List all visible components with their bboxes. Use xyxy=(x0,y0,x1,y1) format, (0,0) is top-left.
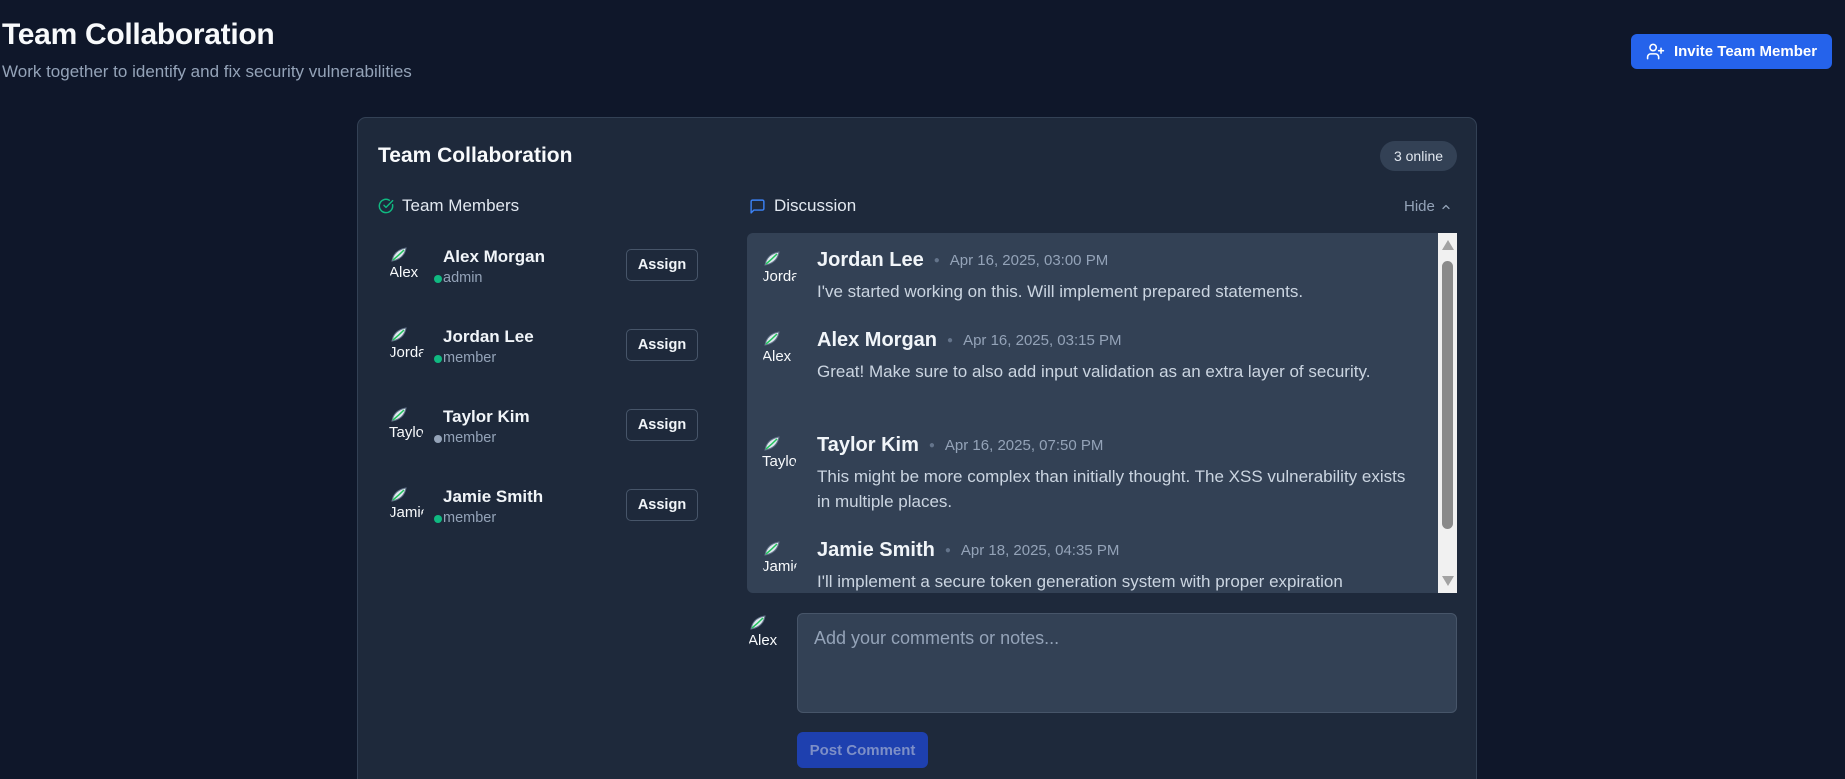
avatar-alt-text: Jamie xyxy=(762,558,797,575)
comment-author: Jordan Lee xyxy=(817,249,924,271)
comment-author: Taylor Kim xyxy=(817,434,919,456)
separator-dot: ● xyxy=(928,440,935,451)
member-name: Taylor Kim xyxy=(443,407,530,426)
broken-image-icon xyxy=(391,407,407,422)
assign-button[interactable]: Assign xyxy=(626,489,698,521)
comment-text: I'll implement a secure token generation… xyxy=(817,572,1343,591)
member-row: Jamie Jamie Smith member Assign xyxy=(388,487,706,533)
assign-button[interactable]: Assign xyxy=(626,409,698,441)
separator-dot: ● xyxy=(933,255,940,266)
comment-header: Jordan Lee ● Apr 16, 2025, 03:00 PM xyxy=(817,249,1108,272)
comment-timestamp: Apr 16, 2025, 07:50 PM xyxy=(944,437,1104,454)
page-subtitle: Work together to identify and fix securi… xyxy=(2,62,412,81)
comment-header: Jamie Smith ● Apr 18, 2025, 04:35 PM xyxy=(817,539,1119,562)
comment-author: Alex Morgan xyxy=(817,329,938,351)
comment-header: Taylor Kim ● Apr 16, 2025, 07:50 PM xyxy=(817,434,1103,457)
page-header: Team Collaboration Work together to iden… xyxy=(2,18,412,82)
status-dot-online xyxy=(434,515,442,523)
hide-discussion-toggle[interactable]: Hide xyxy=(1404,198,1452,215)
avatar-alt-text: Jordan xyxy=(389,344,424,361)
invite-team-member-button[interactable]: Invite Team Member xyxy=(1631,34,1832,69)
avatar: Alex xyxy=(761,331,797,369)
team-members-title: Team Members xyxy=(402,196,520,215)
avatar: Jordan xyxy=(388,327,424,365)
broken-image-icon xyxy=(750,615,766,630)
comment-timestamp: Apr 18, 2025, 04:35 PM xyxy=(960,542,1120,559)
assign-button[interactable]: Assign xyxy=(626,249,698,281)
page-title: Team Collaboration xyxy=(2,18,275,51)
avatar: Alex xyxy=(388,247,424,285)
separator-dot: ● xyxy=(944,545,951,556)
avatar-alt-text: Alex xyxy=(762,348,792,365)
separator-dot: ● xyxy=(947,335,954,346)
avatar-alt-text: Jordan xyxy=(762,268,797,285)
broken-image-icon xyxy=(391,487,407,502)
broken-image-icon xyxy=(391,247,407,262)
comment-timestamp: Apr 16, 2025, 03:00 PM xyxy=(949,252,1109,269)
collaboration-card: Team Collaboration 3 online Team Members… xyxy=(357,117,1477,779)
member-role: admin xyxy=(443,270,483,286)
scroll-thumb[interactable] xyxy=(1442,261,1453,529)
member-row: Jordan Jordan Lee member Assign xyxy=(388,327,706,373)
comment-input[interactable] xyxy=(797,613,1457,713)
member-role: member xyxy=(443,510,497,526)
discussion-title: Discussion xyxy=(774,196,857,215)
member-name: Jamie Smith xyxy=(443,487,544,506)
status-dot-offline xyxy=(434,435,442,443)
member-role: member xyxy=(443,350,497,366)
status-dot-online xyxy=(434,355,442,363)
current-user-avatar: Alex xyxy=(747,615,783,653)
message-square-icon xyxy=(750,198,765,214)
comment-timestamp: Apr 16, 2025, 03:15 PM xyxy=(963,332,1122,349)
status-dot-online xyxy=(434,275,442,283)
comments-list[interactable]: Jordan Jordan Lee ● Apr 16, 2025, 03:00 … xyxy=(747,233,1457,593)
avatar: Jamie xyxy=(388,487,424,525)
member-row: Taylor Taylor Kim member Assign xyxy=(388,407,706,453)
member-role: member xyxy=(443,430,497,446)
user-plus-icon xyxy=(1646,43,1665,60)
team-members-heading: Team Members xyxy=(378,196,519,216)
avatar: Taylor xyxy=(388,407,424,445)
post-comment-button[interactable]: Post Comment xyxy=(797,732,928,768)
comment-text: This might be more complex than initiall… xyxy=(817,467,1406,511)
avatar-alt-text: Jamie xyxy=(389,504,424,521)
avatar: Taylor xyxy=(761,436,797,474)
discussion-heading: Discussion xyxy=(749,196,856,216)
check-circle-icon xyxy=(378,198,394,214)
broken-image-icon xyxy=(391,327,407,342)
comment-header: Alex Morgan ● Apr 16, 2025, 03:15 PM xyxy=(817,329,1122,352)
online-count-badge: 3 online xyxy=(1380,141,1457,171)
avatar-alt-text: Alex xyxy=(389,264,419,281)
avatar: Jamie xyxy=(761,541,797,579)
scroll-up-arrow-icon[interactable] xyxy=(1442,240,1454,250)
comment-author: Jamie Smith xyxy=(817,539,935,561)
member-name: Jordan Lee xyxy=(443,327,534,346)
avatar-alt-text: Taylor xyxy=(389,424,424,441)
card-title: Team Collaboration xyxy=(378,144,573,167)
broken-image-icon xyxy=(764,251,780,266)
avatar-alt-text: Taylor xyxy=(762,453,797,470)
hide-toggle-label: Hide xyxy=(1404,198,1435,215)
member-row: Alex Alex Morgan admin Assign xyxy=(388,247,706,293)
chevron-up-icon xyxy=(1442,204,1450,209)
broken-image-icon xyxy=(764,331,780,346)
comment-text: I've started working on this. Will imple… xyxy=(817,282,1304,301)
scroll-down-arrow-icon[interactable] xyxy=(1442,576,1454,586)
comments-scrollbar[interactable] xyxy=(1438,233,1457,593)
comment-text: Great! Make sure to also add input valid… xyxy=(817,362,1371,381)
avatar: Jordan xyxy=(761,251,797,289)
broken-image-icon xyxy=(764,436,780,451)
member-name: Alex Morgan xyxy=(443,247,546,266)
broken-image-icon xyxy=(764,541,780,556)
invite-button-label: Invite Team Member xyxy=(1673,43,1818,60)
avatar-alt-text: Alex xyxy=(748,632,778,649)
assign-button[interactable]: Assign xyxy=(626,329,698,361)
